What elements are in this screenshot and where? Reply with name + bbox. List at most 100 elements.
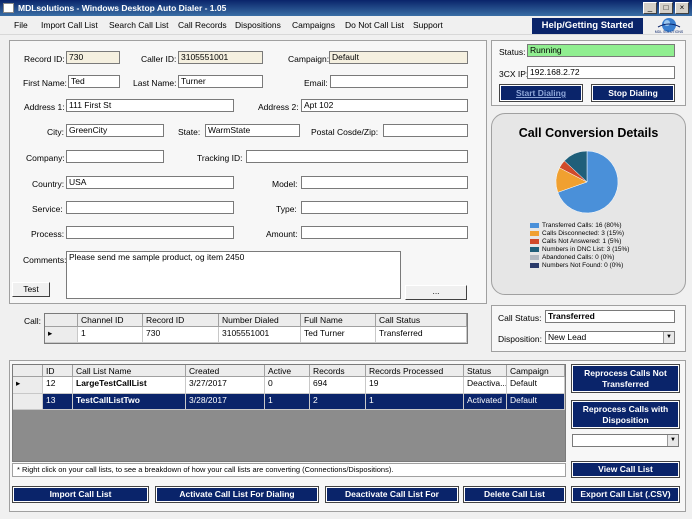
email-label: Email: — [304, 78, 328, 88]
col-id[interactable]: ID — [43, 365, 73, 377]
menu-campaigns[interactable]: Campaigns — [292, 20, 335, 30]
table-cell[interactable]: Activated — [464, 394, 507, 410]
col-records[interactable]: Records — [310, 365, 366, 377]
col-records-processed[interactable]: Records Processed — [366, 365, 464, 377]
row-selector[interactable] — [13, 394, 43, 410]
caller-id-label: Caller ID: — [141, 54, 177, 64]
export-call-list-button[interactable]: Export Call List (.CSV) — [571, 486, 680, 503]
table-cell[interactable]: LargeTestCallList — [73, 377, 186, 394]
menu-file[interactable]: File — [14, 20, 28, 30]
ellipsis-button[interactable]: ... — [405, 285, 467, 300]
comments-textarea[interactable]: Please send me sample product, og item 2… — [66, 251, 401, 299]
disposition-select[interactable]: New Lead ▼ — [545, 331, 675, 344]
col-call-list-name[interactable]: Call List Name — [73, 365, 186, 377]
col-call-status[interactable]: Call Status — [376, 314, 467, 327]
table-row[interactable]: 1 — [78, 327, 143, 343]
stop-dialing-button[interactable]: Stop Dialing — [591, 84, 675, 102]
col-number-dialed[interactable]: Number Dialed — [219, 314, 301, 327]
state-label: State: — [178, 127, 201, 137]
legend-entry-1: Calls Disconnected: 3 (15%) — [530, 230, 624, 237]
row-selector-icon[interactable]: ▸ — [45, 327, 78, 343]
model-label: Model: — [272, 179, 298, 189]
reprocess-disposition-select[interactable]: ▼ — [572, 434, 679, 447]
table-cell[interactable]: 1 — [265, 394, 310, 410]
help-getting-started-button[interactable]: Help/Getting Started — [532, 18, 643, 34]
col-campaign[interactable]: Campaign — [507, 365, 565, 377]
campaign-field[interactable]: Default — [329, 51, 468, 64]
table-cell[interactable]: Ted Turner — [301, 327, 376, 343]
maximize-icon[interactable]: □ — [659, 2, 673, 14]
menu-call-records[interactable]: Call Records — [178, 20, 227, 30]
deactivate-call-list-button[interactable]: Deactivate Call List For — [325, 486, 459, 503]
status-label: Status: — [499, 47, 526, 57]
ip-field[interactable]: 192.168.2.72 — [527, 66, 675, 79]
table-cell[interactable]: Default — [507, 377, 565, 394]
table-cell[interactable]: TestCallListTwo — [73, 394, 186, 410]
view-call-list-button[interactable]: View Call List — [571, 461, 680, 478]
service-field[interactable] — [66, 201, 234, 214]
call-status-label: Call Status: — [498, 313, 542, 323]
col-full-name[interactable]: Full Name — [301, 314, 376, 327]
address1-field[interactable]: 111 First St — [66, 99, 234, 112]
table-cell[interactable]: Deactiva... — [464, 377, 507, 394]
first-name-field[interactable]: Ted — [68, 75, 120, 88]
address2-field[interactable]: Apt 102 — [301, 99, 468, 112]
minimize-icon[interactable]: _ — [643, 2, 657, 14]
amount-label: Amount: — [266, 229, 298, 239]
start-dialing-button[interactable]: Start Dialing — [499, 84, 583, 102]
company-field[interactable] — [66, 150, 164, 163]
import-call-list-button[interactable]: Import Call List — [12, 486, 149, 503]
last-name-field[interactable]: Turner — [178, 75, 263, 88]
table-cell[interactable]: 1 — [366, 394, 464, 410]
city-field[interactable]: GreenCity — [66, 124, 164, 137]
col-record-id[interactable]: Record ID — [143, 314, 219, 327]
legend-label-2: Calls Not Answered: 1 (5%) — [542, 238, 622, 245]
email-field[interactable] — [330, 75, 468, 88]
state-field[interactable]: WarmState — [205, 124, 300, 137]
reprocess-not-transferred-button[interactable]: Reprocess Calls Not Transferred — [571, 364, 680, 393]
table-cell[interactable]: 694 — [310, 377, 366, 394]
zip-field[interactable] — [383, 124, 468, 137]
row-selector-icon[interactable]: ▸ — [13, 377, 43, 394]
col-active[interactable]: Active — [265, 365, 310, 377]
caller-id-field[interactable]: 3105551001 — [178, 51, 263, 64]
type-label: Type: — [276, 204, 297, 214]
reprocess-with-disposition-button[interactable]: Reprocess Calls with Disposition — [571, 400, 680, 429]
col-status[interactable]: Status — [464, 365, 507, 377]
table-cell[interactable]: 3/28/2017 — [186, 394, 265, 410]
chevron-down-icon[interactable]: ▼ — [667, 435, 678, 446]
table-cell[interactable]: Transferred — [376, 327, 467, 343]
country-field[interactable]: USA — [66, 176, 234, 189]
table-cell[interactable]: 3105551001 — [219, 327, 301, 343]
record-id-field[interactable]: 730 — [66, 51, 120, 64]
tracking-id-field[interactable] — [246, 150, 468, 163]
menu-support[interactable]: Support — [413, 20, 443, 30]
type-field[interactable] — [301, 201, 468, 214]
chevron-down-icon[interactable]: ▼ — [663, 332, 674, 343]
close-icon[interactable]: × — [675, 2, 689, 14]
menu-do-not-call-list[interactable]: Do Not Call List — [345, 20, 404, 30]
delete-call-list-button[interactable]: Delete Call List — [463, 486, 566, 503]
col-channel-id[interactable]: Channel ID — [78, 314, 143, 327]
menu-search-call-list[interactable]: Search Call List — [109, 20, 169, 30]
model-field[interactable] — [301, 176, 468, 189]
process-field[interactable] — [66, 226, 234, 239]
menu-dispositions[interactable]: Dispositions — [235, 20, 281, 30]
legend-swatch-0 — [530, 222, 539, 228]
activate-call-list-button[interactable]: Activate Call List For Dialing — [155, 486, 319, 503]
table-cell[interactable]: 2 — [310, 394, 366, 410]
table-cell[interactable]: 730 — [143, 327, 219, 343]
table-row[interactable]: 12 — [43, 377, 73, 394]
amount-field[interactable] — [301, 226, 468, 239]
menu-import-call-list[interactable]: Import Call List — [41, 20, 98, 30]
test-button[interactable]: Test — [12, 282, 50, 297]
grid-corner — [45, 314, 78, 327]
table-cell[interactable]: 3/27/2017 — [186, 377, 265, 394]
table-cell[interactable]: 19 — [366, 377, 464, 394]
table-cell[interactable]: 0 — [265, 377, 310, 394]
legend-label-0: Transferred Calls: 16 (80%) — [542, 222, 622, 229]
col-created[interactable]: Created — [186, 365, 265, 377]
grid-corner — [13, 365, 43, 377]
table-cell[interactable]: Default — [507, 394, 565, 410]
table-row-selected[interactable]: 13 — [43, 394, 73, 410]
